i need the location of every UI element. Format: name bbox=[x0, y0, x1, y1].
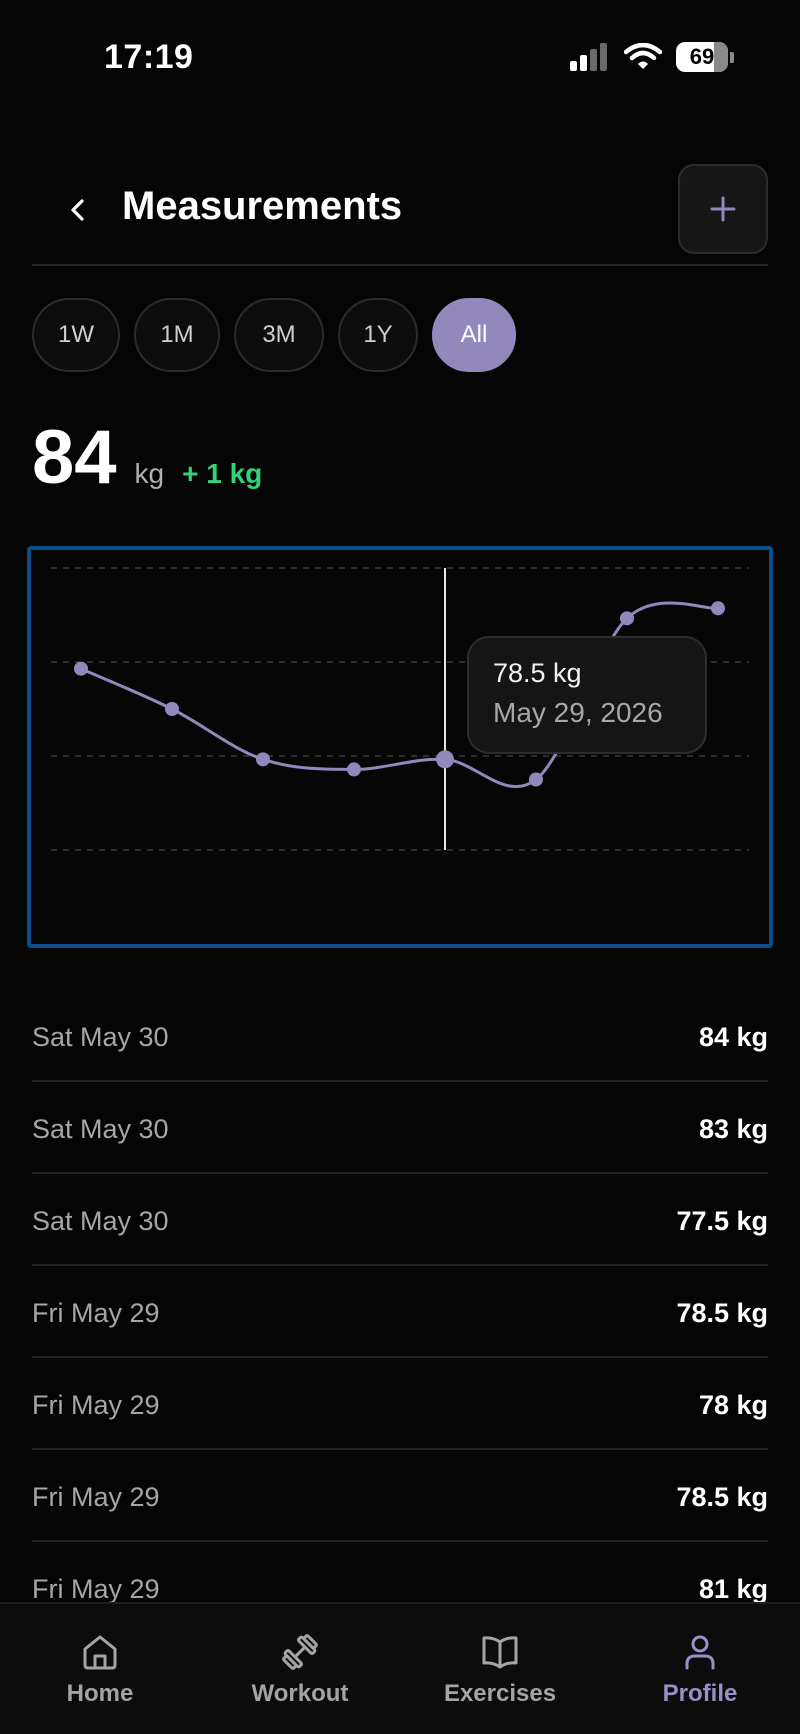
nav-label: Exercises bbox=[443, 1680, 557, 1707]
nav-label: Home bbox=[66, 1680, 134, 1707]
entry-date: Sat May 30 bbox=[32, 1021, 169, 1052]
chart-point[interactable] bbox=[74, 661, 88, 676]
plus-icon bbox=[710, 196, 736, 222]
list-item[interactable]: Sat May 30 77.5 kg bbox=[32, 1174, 768, 1266]
entry-date: Fri May 29 bbox=[32, 1481, 160, 1512]
entry-value: 78.5 kg bbox=[676, 1297, 768, 1328]
entry-date: Sat May 30 bbox=[32, 1205, 169, 1236]
chart-point[interactable] bbox=[529, 772, 543, 787]
range-tab-all[interactable]: All bbox=[432, 298, 516, 372]
entry-date: Fri May 29 bbox=[32, 1573, 160, 1604]
current-value: 84 bbox=[32, 415, 117, 500]
list-item[interactable]: Sat May 30 84 kg bbox=[32, 990, 768, 1082]
nav-profile[interactable]: Profile bbox=[600, 1604, 800, 1734]
entry-date: Sat May 30 bbox=[32, 1113, 169, 1144]
chart-point[interactable] bbox=[436, 750, 454, 769]
nav-home[interactable]: Home bbox=[0, 1604, 200, 1734]
weight-chart[interactable]: 78.5 kg May 29, 2026 bbox=[27, 546, 773, 948]
chart-point[interactable] bbox=[165, 702, 179, 716]
chart-point[interactable] bbox=[711, 601, 725, 616]
nav-label: Profile bbox=[662, 1680, 738, 1707]
nav-exercises[interactable]: Exercises bbox=[400, 1604, 600, 1734]
tooltip-value: 78.5 kg bbox=[493, 658, 582, 688]
battery-icon: 69 bbox=[676, 42, 728, 72]
chevron-left-icon bbox=[71, 199, 84, 221]
list-item[interactable]: Sat May 30 83 kg bbox=[32, 1082, 768, 1174]
current-delta: + 1 kg bbox=[182, 458, 263, 489]
entry-value: 83 kg bbox=[698, 1113, 768, 1144]
entry-value: 78.5 kg bbox=[676, 1481, 768, 1512]
status-icons: 69 bbox=[570, 42, 734, 72]
range-tab-1m[interactable]: 1M bbox=[134, 298, 220, 372]
list-item[interactable]: Fri May 29 78 kg bbox=[32, 1358, 768, 1450]
dumbbell-icon bbox=[282, 1634, 318, 1670]
add-measurement-button[interactable] bbox=[678, 164, 768, 254]
status-time: 17:19 bbox=[104, 38, 194, 76]
nav-workout[interactable]: Workout bbox=[200, 1604, 400, 1734]
chart-point[interactable] bbox=[347, 762, 361, 777]
range-tab-1y[interactable]: 1Y bbox=[338, 298, 418, 372]
entry-value: 81 kg bbox=[698, 1573, 768, 1604]
range-tabs: 1W 1M 3M 1Y All bbox=[32, 298, 516, 372]
list-item[interactable]: Fri May 29 78.5 kg bbox=[32, 1450, 768, 1542]
book-icon bbox=[482, 1636, 518, 1669]
page-title: Measurements bbox=[122, 184, 403, 228]
wifi-icon bbox=[624, 43, 662, 69]
measurement-list: Sat May 30 84 kg Sat May 30 83 kg Sat Ma… bbox=[32, 990, 768, 1634]
entry-date: Fri May 29 bbox=[32, 1297, 160, 1328]
chart-tooltip: 78.5 kg May 29, 2026 bbox=[467, 636, 707, 754]
tooltip-date: May 29, 2026 bbox=[493, 697, 663, 728]
chart-point[interactable] bbox=[620, 611, 634, 626]
signal-icon bbox=[570, 43, 607, 71]
current-measurement: 84 kg + 1 kg bbox=[32, 420, 262, 496]
bottom-nav: Home Workout Exercises Profile bbox=[0, 1602, 800, 1734]
entry-date: Fri May 29 bbox=[32, 1389, 160, 1420]
home-icon bbox=[83, 1635, 117, 1670]
header: Measurements bbox=[32, 160, 768, 266]
range-tab-3m[interactable]: 3M bbox=[234, 298, 324, 372]
range-tab-1w[interactable]: 1W bbox=[32, 298, 120, 372]
current-unit: kg bbox=[134, 458, 165, 489]
entry-value: 77.5 kg bbox=[676, 1205, 768, 1236]
entry-value: 84 kg bbox=[698, 1021, 768, 1052]
nav-label: Workout bbox=[251, 1680, 349, 1707]
battery-level: 69 bbox=[689, 44, 715, 69]
back-button[interactable] bbox=[56, 188, 100, 232]
person-icon bbox=[685, 1635, 715, 1670]
chart-point[interactable] bbox=[256, 752, 270, 767]
list-item[interactable]: Fri May 29 78.5 kg bbox=[32, 1266, 768, 1358]
status-bar: 17:19 69 bbox=[0, 0, 800, 120]
entry-value: 78 kg bbox=[698, 1389, 768, 1420]
